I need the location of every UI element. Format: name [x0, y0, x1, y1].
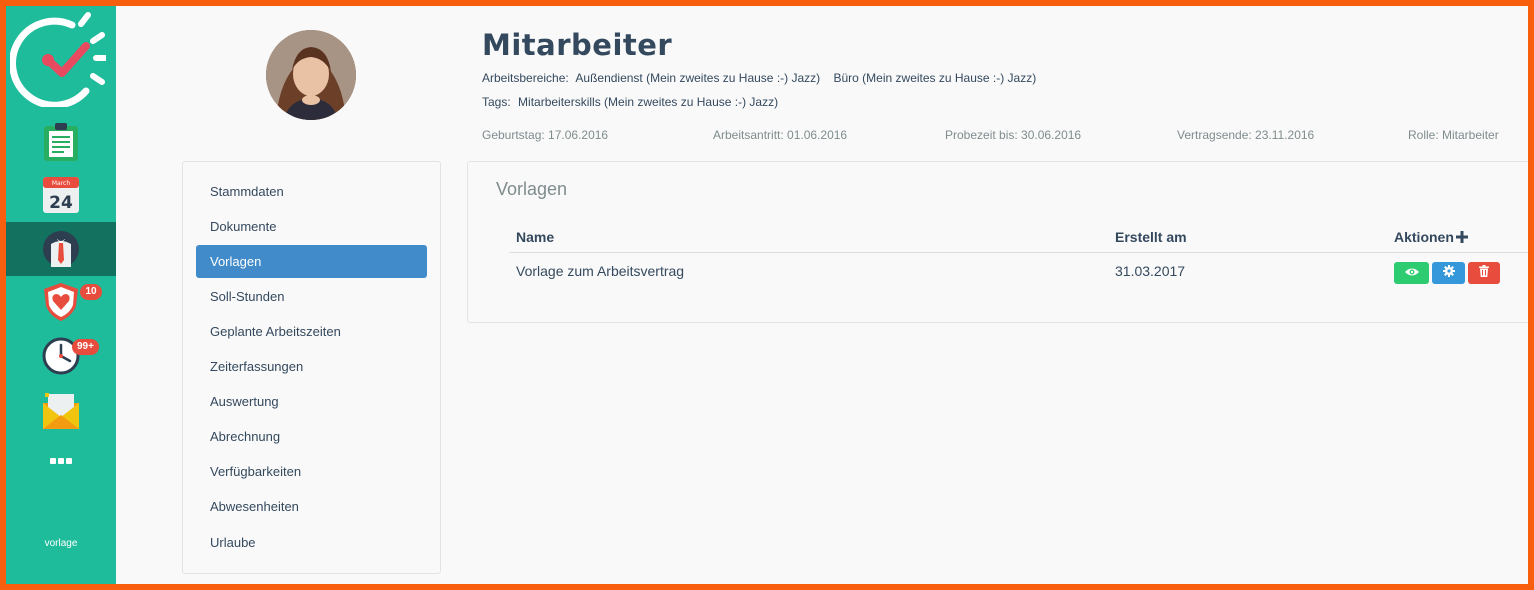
fact-probation: Probezeit bis: 30.06.2016: [945, 128, 1082, 142]
delete-template-button[interactable]: [1468, 262, 1500, 284]
work-areas-label: Arbeitsbereiche:: [482, 71, 569, 85]
templates-panel: Vorlagen Name Erstellt am Aktionen Vorla…: [467, 161, 1528, 323]
column-header-name: Name: [516, 229, 555, 245]
tag-item: Mitarbeiterskills (Mein zweites zu Hause…: [518, 95, 779, 109]
subnav-soll-stunden[interactable]: Soll-Stunden: [196, 280, 427, 313]
nav-more[interactable]: [6, 434, 116, 488]
column-header-actions-label: Aktionen: [1394, 229, 1454, 245]
nav-calendar[interactable]: March 24: [6, 168, 116, 222]
edit-template-button[interactable]: [1432, 262, 1465, 284]
tags-label: Tags:: [482, 95, 511, 109]
nav-mail[interactable]: [6, 384, 116, 438]
work-area-item: Außendienst (Mein zweites zu Hause :-) J…: [575, 71, 821, 85]
tags: Tags: Mitarbeiterskills (Mein zweites zu…: [482, 95, 788, 109]
health-badge: 10: [80, 284, 102, 300]
template-name-cell: Vorlage zum Arbeitsvertrag: [516, 263, 685, 279]
fact-start-date: Arbeitsantritt: 01.06.2016: [713, 128, 848, 142]
panel-title: Vorlagen: [496, 179, 568, 199]
fact-contract-end: Vertragsende: 23.11.2016: [1177, 128, 1315, 142]
nav-time[interactable]: 99+: [6, 329, 116, 383]
time-badge: 99+: [72, 339, 99, 355]
table-header-divider: [509, 252, 1528, 253]
app-frame: March 24 10 99+ vorlage Mitarbeiter Arbe…: [6, 6, 1528, 584]
app-logo-icon[interactable]: [9, 11, 109, 109]
subnav-abwesenheiten[interactable]: Abwesenheiten: [196, 490, 427, 523]
fact-role: Rolle: Mitarbeiter: [1408, 128, 1499, 142]
calendar-day: 24: [49, 193, 73, 213]
subnav-vorlagen[interactable]: Vorlagen: [196, 245, 427, 278]
employee-icon: [42, 230, 80, 268]
column-header-actions: Aktionen: [1394, 229, 1468, 246]
subnav-auswertung[interactable]: Auswertung: [196, 385, 427, 418]
eye-icon: [1404, 264, 1419, 282]
add-template-icon[interactable]: [1455, 230, 1468, 246]
work-area-item: Büro (Mein zweites zu Hause :-) Jazz): [833, 71, 1037, 85]
subnav-abrechnung[interactable]: Abrechnung: [196, 420, 427, 453]
subnav-urlaube[interactable]: Urlaube: [196, 526, 427, 559]
column-header-created: Erstellt am: [1115, 229, 1187, 245]
subnav-verfuegbarkeiten[interactable]: Verfügbarkeiten: [196, 455, 427, 488]
nav-employees[interactable]: [6, 222, 116, 276]
avatar: [266, 30, 356, 120]
subnav-dokumente[interactable]: Dokumente: [196, 210, 427, 243]
calendar-icon: March 24: [42, 176, 80, 214]
nav-clipboard[interactable]: [6, 115, 116, 169]
employee-subnav: Stammdaten Dokumente Vorlagen Soll-Stund…: [182, 161, 441, 574]
subnav-geplante-arbeitszeiten[interactable]: Geplante Arbeitszeiten: [196, 315, 427, 348]
sidebar-footer: vorlage: [44, 538, 78, 549]
nav-health[interactable]: 10: [6, 275, 116, 329]
more-icon: [50, 457, 72, 465]
heart-shield-icon: [42, 282, 80, 322]
calendar-month: March: [52, 180, 70, 187]
mail-icon: [42, 392, 80, 430]
sidebar: March 24 10 99+ vorlage: [6, 6, 116, 584]
clipboard-icon: [42, 122, 80, 162]
subnav-stammdaten[interactable]: Stammdaten: [196, 175, 427, 208]
template-created-cell: 31.03.2017: [1115, 263, 1186, 279]
page-title: Mitarbeiter: [482, 28, 673, 62]
trash-icon: [1479, 264, 1489, 282]
subnav-zeiterfassungen[interactable]: Zeiterfassungen: [196, 350, 427, 383]
view-template-button[interactable]: [1394, 262, 1429, 284]
gear-icon: [1442, 264, 1455, 282]
work-areas: Arbeitsbereiche: Außendienst (Mein zweit…: [482, 71, 1046, 85]
fact-birthday: Geburtstag: 17.06.2016: [482, 128, 609, 142]
